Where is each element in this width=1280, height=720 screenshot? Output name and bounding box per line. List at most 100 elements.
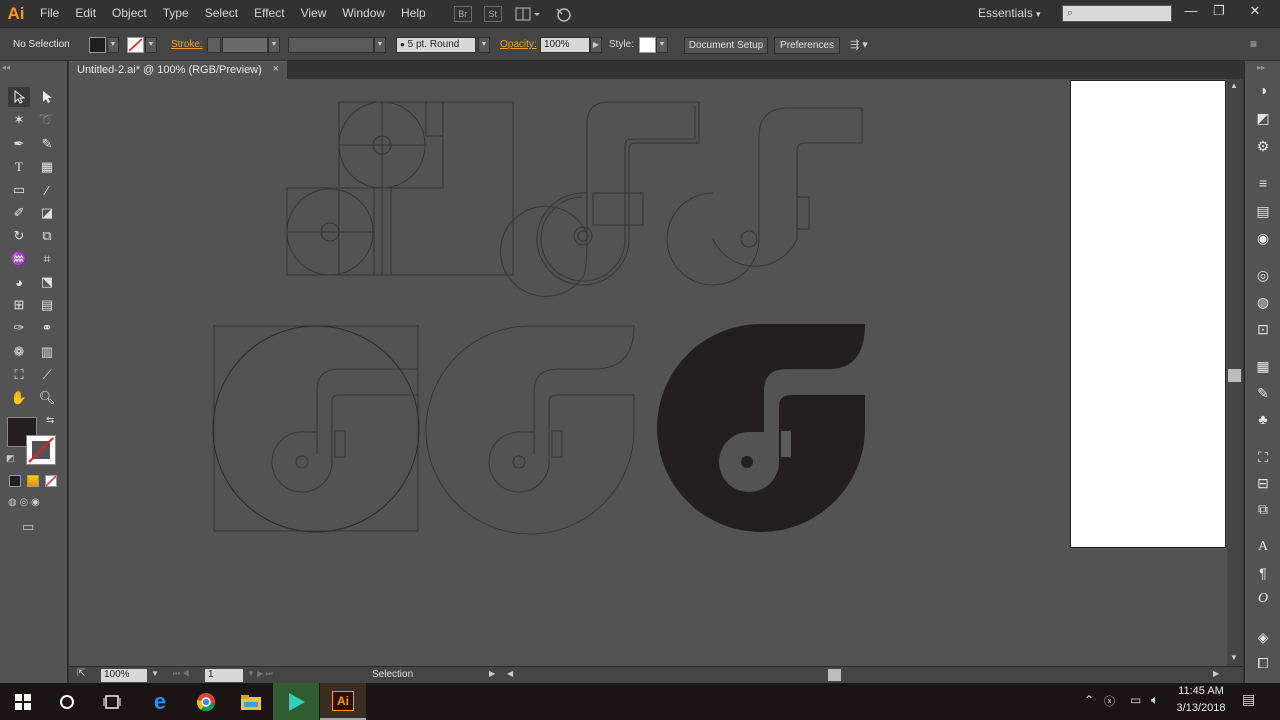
hand-tool-icon[interactable]: ✋	[8, 388, 30, 408]
style-dropdown[interactable]: ▼	[656, 37, 668, 53]
volume-icon[interactable]: 🔈︎	[1151, 692, 1159, 708]
pathfinder-panel-icon[interactable]: ⧉	[1253, 500, 1273, 518]
scroll-right-icon[interactable]: ▶	[1213, 669, 1219, 678]
rectangle-tool-icon[interactable]: ▭	[8, 180, 30, 200]
menu-view[interactable]: View	[293, 0, 335, 27]
stroke-weight-stepper[interactable]	[207, 37, 221, 53]
shape-builder-icon[interactable]: ◕	[8, 272, 30, 292]
gradient-tool-icon[interactable]: ▤	[36, 295, 58, 315]
panel-menu-icon[interactable]: ≡	[1250, 37, 1257, 51]
illustrator-taskbar-icon[interactable]: Ai	[320, 683, 366, 720]
zoom-field[interactable]: 100%	[101, 669, 147, 682]
search-input[interactable]: ⌕	[1062, 5, 1172, 22]
scroll-down-icon[interactable]: ▼	[1230, 653, 1238, 662]
windows-start-icon[interactable]	[0, 683, 46, 720]
magic-wand-icon[interactable]: ✶	[8, 110, 30, 130]
graphic-style-swatch[interactable]	[639, 37, 656, 53]
swatches-panel-icon[interactable]: ▦	[1253, 357, 1273, 375]
paragraph-panel-icon[interactable]: ¶	[1253, 564, 1273, 582]
artboard-nav-first-icon[interactable]: ⏮ ◀	[173, 669, 190, 679]
restore-button[interactable]: ❐	[1209, 3, 1229, 21]
scale-tool-icon[interactable]: ⧉	[36, 226, 58, 246]
opacity-arrow[interactable]: ▶	[590, 37, 602, 53]
live-paint-icon[interactable]: ⬔	[36, 272, 58, 292]
file-explorer-icon[interactable]	[228, 683, 274, 720]
screen-mode-icon[interactable]: ▭	[22, 519, 34, 535]
scroll-up-icon[interactable]: ▲	[1230, 81, 1238, 90]
graphic-styles-icon[interactable]: ◍	[1253, 293, 1273, 311]
rotate-tool-icon[interactable]: ↻	[8, 226, 30, 246]
stroke-panel-icon[interactable]: ≡	[1253, 174, 1273, 192]
zoom-tool-icon[interactable]: 🔍︎	[36, 388, 58, 408]
character-panel-icon[interactable]: A	[1253, 538, 1273, 556]
layers-panel-icon[interactable]: ◈	[1253, 628, 1273, 646]
cortana-search-icon[interactable]	[44, 683, 90, 720]
menu-help[interactable]: Help	[393, 0, 434, 27]
document-tab[interactable]: Untitled-2.ai* @ 100% (RGB/Preview) ×	[69, 61, 287, 79]
arrange-documents-icon[interactable]	[514, 6, 542, 22]
edge-browser-icon[interactable]: e	[137, 683, 183, 720]
menu-effect[interactable]: Effect	[246, 0, 292, 27]
swap-colors-icon[interactable]: ⇆	[46, 415, 54, 426]
expand-panels-icon[interactable]: ▸▸	[1257, 63, 1265, 72]
artboard[interactable]	[1070, 80, 1226, 548]
cc-libraries-icon[interactable]: ⚙	[1253, 137, 1273, 155]
menu-type[interactable]: Type	[155, 0, 197, 27]
task-view-icon[interactable]	[89, 683, 135, 720]
opacity-field[interactable]: 100%	[540, 37, 590, 53]
artboards-panel-icon[interactable]: ⧠	[1253, 654, 1273, 672]
network-icon[interactable]: ▭	[1130, 693, 1141, 707]
eraser-icon[interactable]: ◪	[36, 203, 58, 223]
scroll-left-icon[interactable]: ◀	[507, 669, 513, 678]
minimize-button[interactable]: —	[1181, 3, 1201, 21]
chrome-browser-icon[interactable]	[183, 683, 229, 720]
type-tool-icon[interactable]: T	[8, 157, 30, 177]
clock-date[interactable]: 3/13/2018	[1172, 702, 1230, 714]
artboard-number-field[interactable]: 1	[205, 669, 243, 682]
language-input-icon[interactable]: ⓧ	[1104, 693, 1115, 709]
menu-object[interactable]: Object	[104, 0, 155, 27]
status-menu-icon[interactable]: ▶	[489, 669, 495, 678]
shaper-tool-icon[interactable]: ✐	[8, 203, 30, 223]
direct-selection-tool-icon[interactable]	[36, 87, 58, 107]
curvature-tool-icon[interactable]: ✎	[36, 134, 58, 154]
stroke-swatch[interactable]	[127, 37, 144, 53]
stroke-color-box[interactable]	[26, 435, 56, 465]
canvas[interactable]	[69, 79, 1227, 666]
gradient-panel-icon[interactable]: ▤	[1253, 202, 1273, 220]
pen-tool-icon[interactable]: ✒	[8, 134, 30, 154]
fill-swatch[interactable]	[89, 37, 106, 53]
stroke-label[interactable]: Stroke:	[171, 39, 203, 50]
fill-dropdown[interactable]: ▼	[107, 37, 119, 53]
blend-tool-icon[interactable]: ⚭	[36, 318, 58, 338]
close-tab-icon[interactable]: ×	[273, 63, 279, 75]
align-panel-icon[interactable]: ⊟	[1253, 474, 1273, 492]
none-mode-icon[interactable]	[45, 475, 57, 487]
selection-tool-icon[interactable]	[8, 87, 30, 107]
variable-width-profile[interactable]	[288, 37, 374, 53]
warp-tool-icon[interactable]: ♒	[8, 249, 30, 269]
vertical-scrollbar[interactable]: ▲ ▼	[1227, 79, 1243, 666]
stroke-weight-field[interactable]	[222, 37, 268, 53]
gradient-mode-icon[interactable]	[27, 475, 39, 487]
menu-edit[interactable]: Edit	[67, 0, 104, 27]
vertical-scroll-thumb[interactable]	[1228, 369, 1241, 382]
paintbrush-icon[interactable]: ∕	[36, 180, 58, 200]
color-panel-icon[interactable]: ◑	[1253, 81, 1273, 99]
stroke-weight-dropdown[interactable]: ▼	[268, 37, 280, 53]
collapse-icon[interactable]: ◂◂	[2, 63, 10, 72]
transparency-panel-icon[interactable]: ◉	[1253, 229, 1273, 247]
export-assets-icon[interactable]: ⊡	[1253, 320, 1273, 338]
grid-tool-icon[interactable]: ▦	[36, 157, 58, 177]
draw-mode-icons[interactable]: ◍ ◎ ◉	[8, 497, 58, 511]
color-mode-icon[interactable]	[9, 475, 21, 487]
bridge-icon[interactable]: Br	[453, 5, 472, 22]
artboard-nav-last-icon[interactable]: ▼ ▶ ⏭	[247, 669, 273, 679]
opacity-label[interactable]: Opacity:	[500, 39, 537, 50]
zoom-dropdown-icon[interactable]: ▼	[151, 669, 159, 678]
media-player-icon[interactable]	[273, 683, 319, 720]
gpu-performance-icon[interactable]	[554, 6, 572, 22]
brushes-panel-icon[interactable]: ✎	[1253, 384, 1273, 402]
color-guide-icon[interactable]: ◩	[1253, 109, 1273, 127]
symbols-panel-icon[interactable]: ♣	[1253, 410, 1273, 428]
